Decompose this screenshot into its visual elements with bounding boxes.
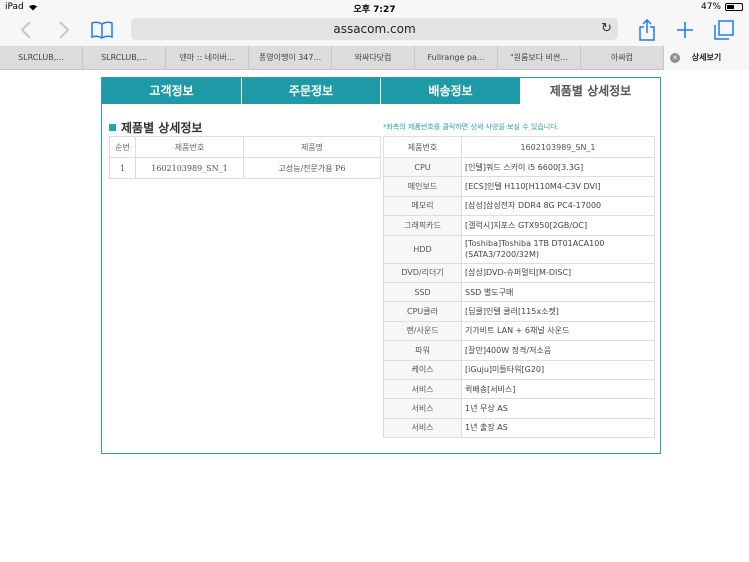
table-row: 서비스 1년 무상 AS	[383, 398, 655, 419]
tab-product-detail[interactable]: 제품별 상세정보	[521, 78, 660, 104]
spec-value: [Toshiba]Toshiba 1TB DT01ACA100 (SATA3/7…	[461, 234, 655, 264]
active-tab-label: 상세보기	[691, 53, 722, 62]
table-row: 랜/사운드 기가비트 LAN + 6채널 사운드	[383, 320, 655, 342]
battery-percent: 47%	[700, 2, 721, 12]
table-row: 그래픽카드 [갤럭시]지포스 GTX950[2GB/OC]	[383, 215, 655, 236]
browser-tab[interactable]: 와싸다닷컴	[332, 46, 415, 70]
spec-value: [iGuju]미들타워[G20]	[461, 359, 655, 380]
column-header: 제품번호	[383, 136, 462, 158]
new-tab-button[interactable]	[674, 18, 696, 42]
product-list-table: 순번 제품번호 제품명 1 1602103989_SN_1 고성능/전문가용 P…	[109, 136, 381, 179]
product-number-link[interactable]: 1602103989_SN_1	[135, 157, 244, 179]
browser-tab-active[interactable]: ✕ 상세보기	[664, 46, 749, 70]
spec-value: [삼성]DVD-슈퍼멀티[M-DISC]	[461, 262, 655, 283]
column-header: 순번	[109, 136, 136, 158]
reload-icon[interactable]: ↻	[601, 18, 612, 40]
hint-text: *좌측의 제품번호를 클릭하면 상세 사양을 보실 수 있습니다.	[383, 123, 559, 131]
close-icon[interactable]: ✕	[670, 53, 680, 63]
status-right: 47%	[701, 2, 743, 12]
chevron-left-icon	[20, 21, 31, 39]
back-button[interactable]	[14, 18, 38, 42]
spec-key: 랜/사운드	[383, 320, 462, 342]
spec-key: 케이스	[383, 359, 462, 380]
table-row[interactable]: 1 1602103989_SN_1 고성능/전문가용 P6	[109, 157, 381, 179]
browser-tab[interactable]: 덴마 :: 네이버...	[166, 46, 249, 70]
table-row: CPU쿨러 [딥쿨]인텔 쿨러[115x소켓]	[383, 301, 655, 322]
table-row: 서비스 1년 출장 AS	[383, 417, 655, 439]
table-row: CPU [인텔]쿼드 스카이 i5 6600[3.3G]	[383, 156, 655, 178]
spec-key: CPU쿨러	[383, 301, 462, 322]
spec-key: DVD/리더기	[383, 262, 462, 283]
tab-shipping-info[interactable]: 배송정보	[381, 78, 521, 104]
row-number: 1	[109, 157, 136, 179]
product-spec-table: 제품번호 1602103989_SN_1 CPU [인텔]쿼드 스카이 i5 66…	[383, 136, 655, 439]
browser-toolbar: assacom.com ↻	[0, 14, 749, 46]
spec-key: 서비스	[383, 398, 462, 419]
spec-key: 서비스	[383, 417, 462, 439]
spec-value: [ECS]인텔 H110[H110M4-C3V DVI]	[461, 176, 655, 197]
order-detail-frame: 고객정보 주문정보 배송정보 제품별 상세정보 제품별 상세정보 *좌측의 제품…	[101, 77, 661, 454]
column-header: 제품명	[243, 136, 381, 158]
tabs-icon	[714, 20, 734, 40]
share-icon	[639, 19, 655, 41]
tab-customer-info[interactable]: 고객정보	[102, 78, 242, 104]
table-header-row: 순번 제품번호 제품명	[109, 136, 381, 158]
browser-tab[interactable]: 아싸컴	[581, 46, 664, 70]
battery-icon	[725, 3, 743, 11]
url-text: assacom.com	[333, 22, 416, 36]
status-bar: iPad 오후 7:27 47%	[0, 0, 749, 15]
page-tabs: 고객정보 주문정보 배송정보 제품별 상세정보	[102, 78, 660, 104]
spec-key: CPU	[383, 156, 462, 178]
product-name: 고성능/전문가용 P6	[243, 157, 381, 179]
spec-value: SSD 별도구매	[461, 281, 655, 303]
column-header: 제품번호	[135, 136, 244, 158]
browser-tab[interactable]: 퐁영이땡이 347...	[249, 46, 332, 70]
table-row: HDD [Toshiba]Toshiba 1TB DT01ACA100 (SATA…	[383, 234, 655, 264]
forward-button[interactable]	[52, 18, 76, 42]
table-row: 파워 [잘만]400W 정격/저소음	[383, 340, 655, 361]
spec-value: [잘만]400W 정격/저소음	[461, 340, 655, 361]
spec-value: 퀵배송[서비스]	[461, 378, 655, 400]
spec-key: 메인보드	[383, 176, 462, 197]
tab-order-info[interactable]: 주문정보	[242, 78, 381, 104]
table-row: 메모리 [삼성]삼성전자 DDR4 8G PC4-17000	[383, 195, 655, 217]
spec-value: 1년 무상 AS	[461, 398, 655, 419]
spec-value: [삼성]삼성전자 DDR4 8G PC4-17000	[461, 195, 655, 217]
browser-tab[interactable]: SLRCLUB,...	[0, 46, 83, 70]
chevron-right-icon	[59, 21, 70, 39]
spec-value: [딥쿨]인텔 쿨러[115x소켓]	[461, 301, 655, 322]
spec-key: 파워	[383, 340, 462, 361]
spec-key: HDD	[383, 234, 462, 264]
browser-tab[interactable]: "원룸보다 비싼...	[498, 46, 581, 70]
plus-icon	[677, 22, 693, 38]
spec-key: 메모리	[383, 195, 462, 217]
book-icon	[91, 21, 113, 39]
spec-key: 서비스	[383, 378, 462, 400]
section-title: 제품별 상세정보	[109, 119, 202, 136]
table-row: 메인보드 [ECS]인텔 H110[H110M4-C3V DVI]	[383, 176, 655, 197]
section-title-text: 제품별 상세정보	[121, 121, 203, 135]
table-header-row: 제품번호 1602103989_SN_1	[383, 136, 655, 158]
spec-value: 기가비트 LAN + 6채널 사운드	[461, 320, 655, 342]
browser-tabs: SLRCLUB,... SLRCLUB,... 덴마 :: 네이버... 퐁영이…	[0, 46, 749, 70]
table-row: 서비스 퀵배송[서비스]	[383, 378, 655, 400]
url-bar[interactable]: assacom.com ↻	[131, 18, 618, 40]
spec-value: [인텔]쿼드 스카이 i5 6600[3.3G]	[461, 156, 655, 178]
column-header: 1602103989_SN_1	[461, 136, 655, 158]
table-row: 케이스 [iGuju]미들타워[G20]	[383, 359, 655, 380]
table-row: DVD/리더기 [삼성]DVD-슈퍼멀티[M-DISC]	[383, 262, 655, 283]
browser-tab[interactable]: Fullrange pa...	[415, 46, 498, 70]
table-row: SSD SSD 별도구매	[383, 281, 655, 303]
bookmarks-button[interactable]	[90, 18, 114, 42]
spec-value: 1년 출장 AS	[461, 417, 655, 439]
tabs-overview-button[interactable]	[713, 18, 735, 42]
square-bullet-icon	[109, 124, 116, 131]
spec-key: SSD	[383, 281, 462, 303]
spec-key: 그래픽카드	[383, 215, 462, 236]
share-button[interactable]	[636, 18, 658, 42]
battery-fill	[727, 5, 734, 9]
spec-value: [갤럭시]지포스 GTX950[2GB/OC]	[461, 215, 655, 236]
browser-tab[interactable]: SLRCLUB,...	[83, 46, 166, 70]
